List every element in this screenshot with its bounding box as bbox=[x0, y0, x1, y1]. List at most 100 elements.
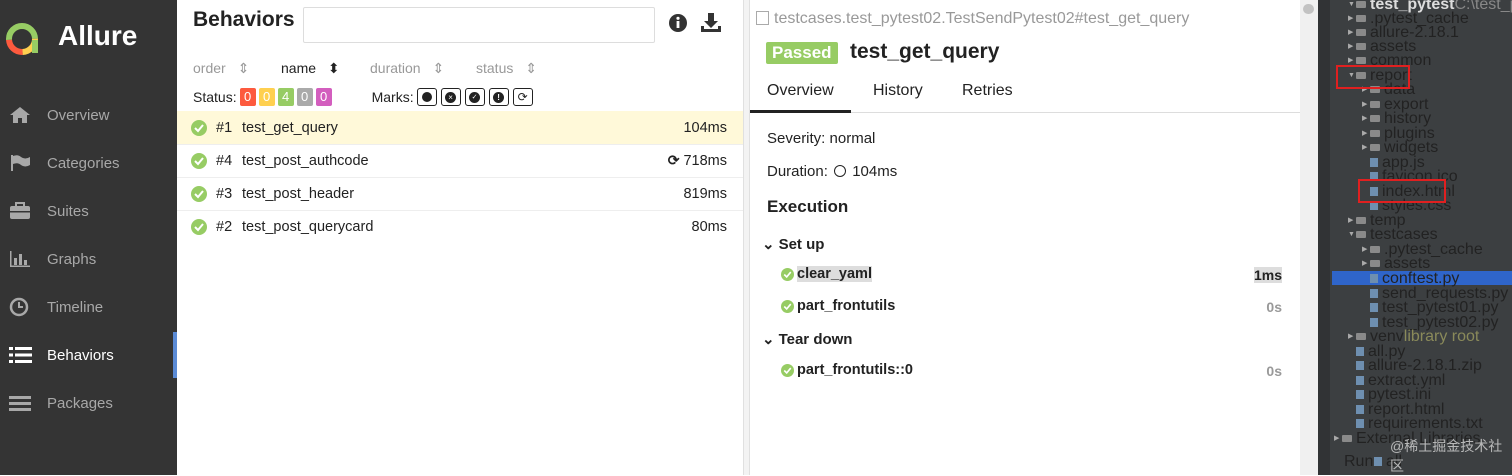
step-name: part_frontutils::0 bbox=[797, 362, 913, 378]
sidebar-item-graphs[interactable]: Graphs bbox=[0, 236, 177, 282]
mark-flaky-button[interactable] bbox=[416, 88, 437, 106]
scrollbar-thumb[interactable] bbox=[1303, 4, 1314, 14]
test-duration: 80ms bbox=[691, 218, 727, 235]
status-count-broken[interactable]: 0 bbox=[258, 88, 275, 106]
sidebar-item-timeline[interactable]: Timeline bbox=[0, 284, 177, 330]
briefcase-icon bbox=[0, 202, 47, 220]
step-name: clear_yaml bbox=[797, 266, 872, 282]
clock-icon bbox=[0, 297, 47, 317]
setup-step[interactable]: part_frontutils bbox=[781, 298, 895, 314]
test-row[interactable]: #1 test_get_query 104ms bbox=[177, 111, 743, 145]
folder-icon bbox=[1356, 333, 1366, 340]
tree-folder[interactable]: ▼ testcases bbox=[1348, 227, 1438, 243]
sort-duration[interactable]: duration ⇕ bbox=[370, 60, 444, 77]
collapse-arrow-icon[interactable]: ▶ bbox=[1348, 214, 1356, 227]
status-count-skipped[interactable]: 0 bbox=[296, 88, 313, 106]
ide-side-toolbar bbox=[1318, 0, 1330, 475]
tree-folder[interactable]: ▶ assets bbox=[1362, 255, 1431, 272]
details-pane: testcases.test_pytest02.TestSendPytest02… bbox=[750, 0, 1300, 475]
behaviors-pane: Behaviors order ⇕ name ⬍ duration ⇕ stat… bbox=[177, 0, 743, 475]
collapse-arrow-icon[interactable]: ▶ bbox=[1348, 40, 1356, 53]
tree-file[interactable]: allure-2.18.1.zip bbox=[1348, 357, 1482, 374]
collapse-arrow-icon[interactable]: ▶ bbox=[1334, 432, 1342, 445]
tree-file[interactable]: requirements.txt bbox=[1348, 416, 1483, 432]
sidebar-item-label: Graphs bbox=[47, 250, 97, 268]
sort-icon: ⇕ bbox=[525, 60, 537, 76]
sidebar-item-behaviors[interactable]: Behaviors bbox=[0, 332, 177, 378]
info-icon[interactable] bbox=[668, 13, 688, 33]
expand-arrow-icon[interactable]: ▼ bbox=[1348, 0, 1356, 11]
collapse-arrow-icon[interactable]: ▶ bbox=[1362, 141, 1370, 154]
collapse-arrow-icon[interactable]: ▶ bbox=[1362, 127, 1370, 140]
folder-icon bbox=[1370, 246, 1380, 253]
sidebar-item-overview[interactable]: Overview bbox=[0, 92, 177, 138]
sort-name-label: name bbox=[281, 60, 317, 76]
status-count-unknown[interactable]: 0 bbox=[315, 88, 332, 106]
mark-new-broken-button[interactable]: ! bbox=[488, 88, 509, 106]
file-icon bbox=[1356, 390, 1364, 399]
app-name: Allure bbox=[58, 20, 138, 51]
collapse-arrow-icon[interactable]: ▶ bbox=[1362, 243, 1370, 256]
tree-file[interactable]: conftest.py bbox=[1362, 271, 1459, 287]
tree-folder[interactable]: ▶ history bbox=[1362, 111, 1431, 127]
tree-file[interactable]: test_pytest01.py bbox=[1362, 300, 1499, 316]
folder-icon bbox=[1356, 217, 1366, 224]
passed-check-icon bbox=[781, 363, 794, 377]
mark-new-passed-button[interactable]: ✓ bbox=[464, 88, 485, 106]
bomb-icon bbox=[421, 92, 432, 102]
file-icon bbox=[1356, 419, 1364, 428]
copy-icon[interactable] bbox=[756, 11, 769, 25]
sidebar-item-packages[interactable]: Packages bbox=[0, 380, 177, 426]
file-icon bbox=[1370, 158, 1378, 167]
active-tab-indicator bbox=[750, 110, 851, 113]
tree-folder[interactable]: ▶ widgets bbox=[1362, 140, 1438, 156]
expand-arrow-icon[interactable]: ▼ bbox=[1348, 228, 1356, 241]
step-name: part_frontutils bbox=[797, 298, 896, 314]
allure-logo-icon bbox=[6, 23, 38, 55]
status-count-passed[interactable]: 4 bbox=[277, 88, 294, 106]
tab-history[interactable]: History bbox=[873, 82, 923, 112]
test-row[interactable]: #3 test_post_header 819ms bbox=[177, 177, 743, 211]
mark-retries-button[interactable]: ⟳ bbox=[512, 88, 533, 106]
sidebar-item-label: Timeline bbox=[47, 298, 104, 316]
pane-splitter[interactable] bbox=[743, 0, 750, 475]
sidebar-item-suites[interactable]: Suites bbox=[0, 188, 177, 234]
sort-name[interactable]: name ⬍ bbox=[281, 60, 340, 77]
setup-group[interactable]: ⌄ Set up bbox=[762, 235, 824, 253]
exclamation-circle-icon: ! bbox=[493, 91, 505, 103]
tab-overview[interactable]: Overview bbox=[767, 82, 834, 112]
download-icon[interactable] bbox=[700, 12, 722, 34]
passed-check-icon bbox=[191, 218, 207, 235]
teardown-group[interactable]: ⌄ Tear down bbox=[762, 330, 852, 348]
app-logo[interactable]: Allure bbox=[0, 0, 177, 80]
tree-item-label: allure-2.18.1.zip bbox=[1368, 357, 1482, 374]
file-icon bbox=[1356, 361, 1364, 370]
mark-new-failed-button[interactable]: × bbox=[440, 88, 461, 106]
tree-item-label: assets bbox=[1384, 255, 1431, 272]
test-row[interactable]: #4 test_post_authcode ⟳ 718ms bbox=[177, 144, 743, 178]
collapse-arrow-icon[interactable]: ▶ bbox=[1348, 12, 1356, 25]
collapse-arrow-icon[interactable]: ▶ bbox=[1362, 98, 1370, 111]
test-name: test_get_query bbox=[242, 119, 338, 136]
sidebar-item-categories[interactable]: Categories bbox=[0, 140, 177, 186]
collapse-arrow-icon[interactable]: ▶ bbox=[1348, 26, 1356, 39]
breadcrumb[interactable]: testcases.test_pytest02.TestSendPytest02… bbox=[756, 10, 1189, 28]
search-input[interactable] bbox=[303, 7, 655, 43]
test-row[interactable]: #2 test_post_querycard 80ms bbox=[177, 210, 743, 243]
sort-status[interactable]: status ⇕ bbox=[476, 60, 537, 77]
status-count-failed[interactable]: 0 bbox=[239, 88, 256, 106]
teardown-step[interactable]: part_frontutils::0 bbox=[781, 362, 913, 378]
tree-folder[interactable]: ▶ venv library root bbox=[1348, 329, 1479, 345]
file-icon bbox=[1370, 289, 1378, 298]
sort-icon: ⇕ bbox=[432, 60, 445, 76]
setup-step[interactable]: clear_yaml bbox=[781, 266, 872, 282]
collapse-arrow-icon[interactable]: ▶ bbox=[1348, 330, 1356, 343]
tab-retries[interactable]: Retries bbox=[962, 82, 1013, 112]
sort-order[interactable]: order ⇕ bbox=[193, 60, 249, 77]
collapse-arrow-icon[interactable]: ▶ bbox=[1362, 257, 1370, 270]
tree-file[interactable]: pytest.ini bbox=[1348, 387, 1431, 403]
scrollbar[interactable] bbox=[1300, 0, 1318, 475]
watermark: @稀土掘金技术社区 bbox=[1390, 438, 1503, 474]
refresh-icon: ⟳ bbox=[517, 90, 528, 104]
collapse-arrow-icon[interactable]: ▶ bbox=[1362, 112, 1370, 125]
